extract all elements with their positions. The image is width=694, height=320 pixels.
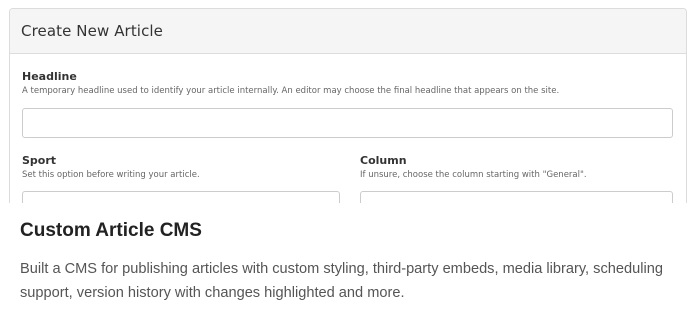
sport-column-row: Sport Set this option before writing you… xyxy=(22,154,674,203)
headline-label: Headline xyxy=(22,70,77,83)
column-help-text: If unsure, choose the column starting wi… xyxy=(360,170,587,180)
sport-label: Sport xyxy=(22,154,57,167)
article-form: Headline A temporary headline used to id… xyxy=(10,54,686,203)
column-label: Column xyxy=(360,154,407,167)
cms-screenshot: Create New Article Headline A temporary … xyxy=(9,8,687,203)
sport-help-text: Set this option before writing your arti… xyxy=(22,170,200,180)
caption-text: Built a CMS for publishing articles with… xyxy=(20,261,663,301)
headline-input[interactable] xyxy=(22,108,673,138)
panel-heading: Create New Article xyxy=(10,9,686,54)
project-caption: Custom Article CMS Built a CMS for publi… xyxy=(20,202,684,305)
sport-group: Sport Set this option before writing you… xyxy=(22,154,360,203)
column-group: Column If unsure, choose the column star… xyxy=(360,154,673,203)
panel-title: Create New Article xyxy=(21,22,164,40)
headline-group: Headline A temporary headline used to id… xyxy=(22,70,674,138)
headline-help-text: A temporary headline used to identify yo… xyxy=(22,86,560,96)
caption-title: Custom Article CMS xyxy=(20,220,202,241)
